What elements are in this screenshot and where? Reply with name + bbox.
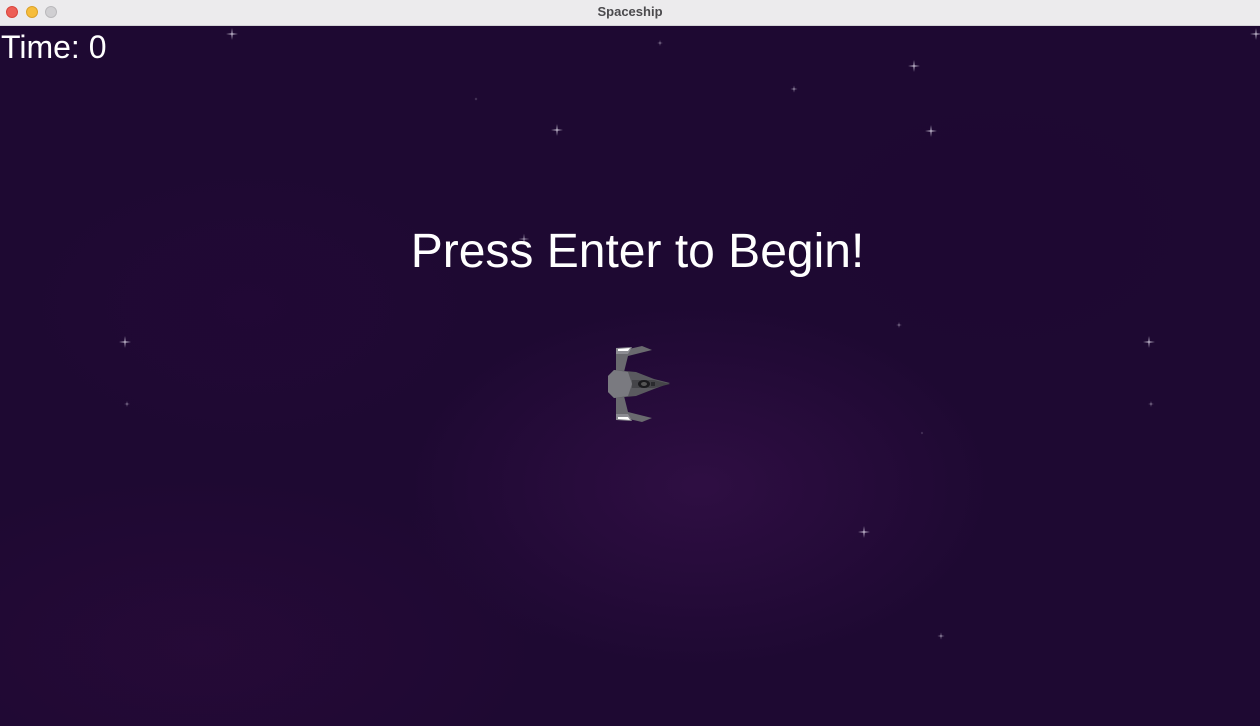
star-icon — [925, 125, 937, 137]
star-icon — [124, 401, 130, 407]
time-display: Time: 0 — [1, 29, 107, 65]
title-bar: Spaceship — [0, 0, 1260, 26]
game-canvas[interactable]: Time: 0 Press Enter to Begin! — [0, 26, 1260, 726]
star-icon — [908, 60, 920, 72]
star-icon — [1250, 28, 1260, 40]
start-prompt-text: Press Enter to Begin! — [410, 225, 865, 278]
star-icon — [790, 85, 798, 93]
star-icon — [474, 97, 478, 101]
star-icon — [937, 632, 945, 640]
star-icon — [119, 336, 131, 348]
spaceship-icon[interactable] — [598, 342, 678, 426]
star-icon — [896, 322, 902, 328]
star-icon — [920, 431, 924, 435]
star-icon — [1143, 336, 1155, 348]
star-icon — [858, 526, 870, 538]
star-icon — [1148, 401, 1154, 407]
start-prompt: Press Enter to Begin! — [0, 224, 1260, 280]
star-icon — [657, 40, 663, 46]
star-icon — [226, 28, 238, 40]
window-title: Spaceship — [597, 4, 663, 19]
star-icon — [551, 124, 563, 136]
